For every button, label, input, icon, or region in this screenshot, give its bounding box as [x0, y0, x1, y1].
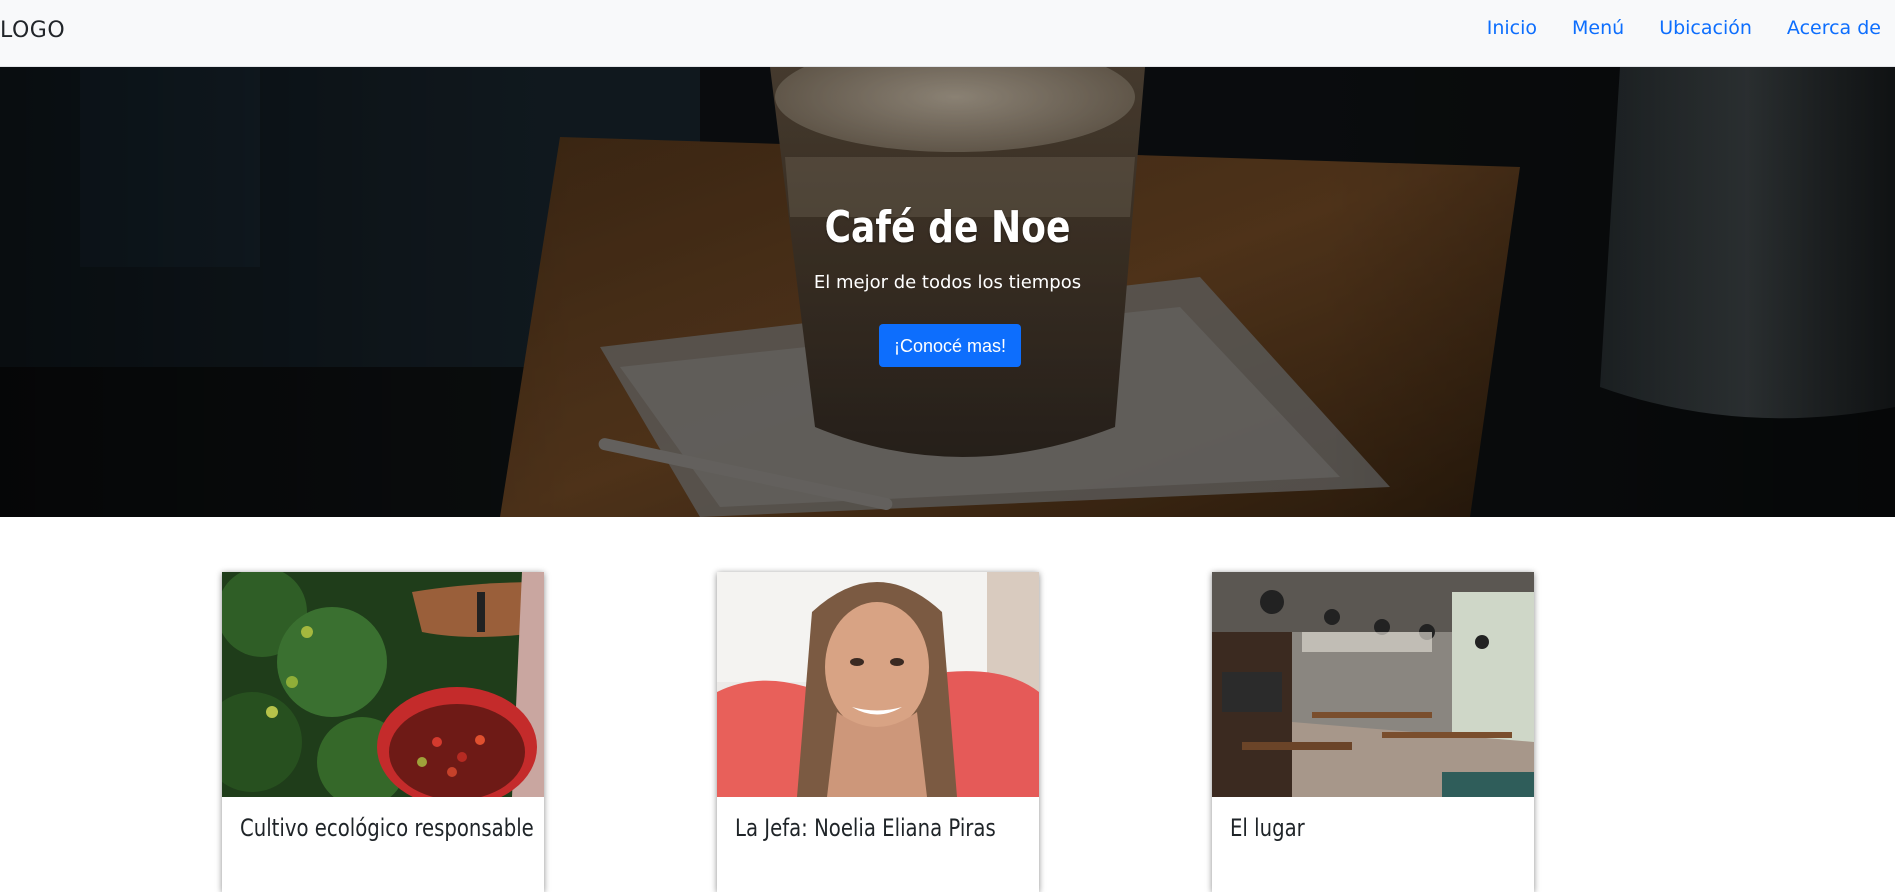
nav-link-acerca-de[interactable]: Acerca de [1787, 17, 1881, 39]
cafe-interior-photo [1212, 572, 1534, 797]
hero-banner: Café de Noe El mejor de todos los tiempo… [0, 67, 1895, 517]
card-title: La Jefa: Noelia Eliana Piras [735, 814, 996, 842]
card-la-jefa[interactable]: La Jefa: Noelia Eliana Piras [717, 572, 1039, 892]
card-el-lugar[interactable]: El lugar [1212, 572, 1534, 892]
hero-subtitle: El mejor de todos los tiempos [813, 272, 1082, 293]
card-title: El lugar [1230, 814, 1305, 842]
card-title: Cultivo ecológico responsable [240, 814, 534, 842]
portrait-photo [717, 572, 1039, 797]
nav-link-menu[interactable]: Menú [1572, 17, 1624, 39]
nav-link-ubicacion[interactable]: Ubicación [1659, 17, 1752, 39]
learn-more-button[interactable]: ¡Conocé mas! [879, 324, 1021, 367]
nav-links: Inicio Menú Ubicación Acerca de [1452, 17, 1881, 39]
navbar: LOGO Inicio Menú Ubicación Acerca de [0, 0, 1895, 67]
logo[interactable]: LOGO [0, 18, 65, 43]
hero-title: Café de Noe [824, 202, 1071, 253]
card-cultivo[interactable]: Cultivo ecológico responsable [222, 572, 544, 892]
coffee-harvest-photo [222, 572, 544, 797]
nav-link-inicio[interactable]: Inicio [1487, 17, 1537, 39]
